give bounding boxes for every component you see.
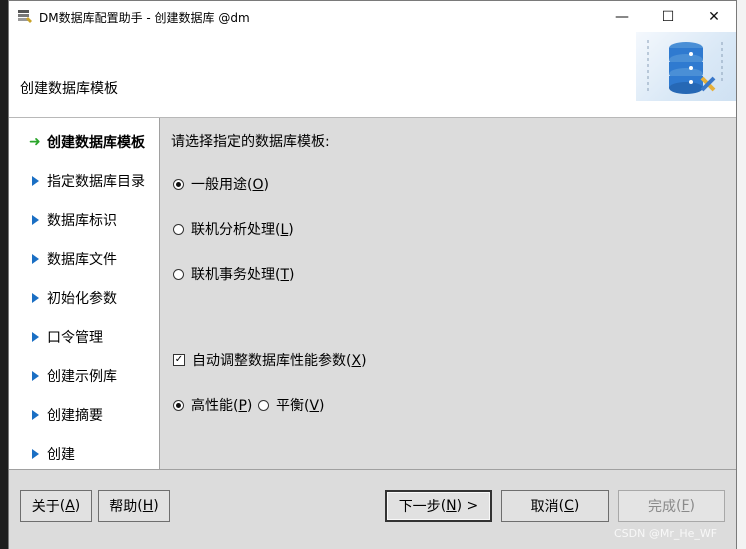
step-init-params[interactable]: 初始化参数 — [29, 287, 117, 309]
radio-balanced[interactable]: 平衡(V) — [258, 395, 325, 415]
wizard-steps-sidebar: ➜ 创建数据库模板 指定数据库目录 数据库标识 数据库文件 初始化参数 口令管理… — [9, 118, 160, 469]
radio-indicator[interactable] — [173, 223, 184, 235]
step-label: 数据库文件 — [47, 252, 117, 268]
desktop-background-right — [737, 0, 746, 549]
checkbox-indicator[interactable]: ✓ — [173, 354, 185, 366]
desktop-background-left — [0, 0, 8, 549]
template-prompt: 请选择指定的数据库模板: — [171, 134, 330, 150]
help-button[interactable]: 帮助(H) — [98, 490, 170, 522]
app-icon — [18, 10, 32, 23]
radio-label: 联机分析处理(L) — [191, 222, 294, 238]
step-triangle-icon — [32, 293, 39, 303]
checkbox-label: 自动调整数据库性能参数(X) — [192, 353, 367, 369]
title-bar[interactable]: DM数据库配置助手 - 创建数据库 @dm — ☐ ✕ — [9, 1, 736, 32]
step-password-mgmt[interactable]: 口令管理 — [29, 326, 103, 348]
minimize-icon: — — [615, 8, 629, 25]
csdn-watermark: CSDN @Mr_He_WF — [614, 527, 718, 540]
radio-indicator[interactable] — [173, 268, 184, 280]
step-label: 数据库标识 — [47, 213, 117, 229]
next-button[interactable]: 下一步(N) > — [385, 490, 492, 522]
radio-label: 一般用途(O) — [191, 177, 269, 193]
step-triangle-icon — [32, 449, 39, 459]
auto-tune-checkbox[interactable]: ✓ 自动调整数据库性能参数(X) — [173, 350, 367, 370]
maximize-button[interactable]: ☐ — [645, 1, 691, 32]
database-gear-icon — [636, 32, 736, 101]
current-step-arrow-icon: ➜ — [29, 134, 41, 150]
page-title: 创建数据库模板 — [20, 81, 118, 97]
step-db-files[interactable]: 数据库文件 — [29, 248, 117, 270]
radio-oltp[interactable]: 联机事务处理(T) — [173, 264, 295, 284]
close-icon: ✕ — [708, 8, 720, 25]
step-db-directory[interactable]: 指定数据库目录 — [29, 170, 145, 192]
step-create[interactable]: 创建 — [29, 443, 75, 465]
minimize-button[interactable]: — — [599, 1, 645, 32]
step-triangle-icon — [32, 371, 39, 381]
close-button[interactable]: ✕ — [691, 1, 737, 32]
wizard-body: ➜ 创建数据库模板 指定数据库目录 数据库标识 数据库文件 初始化参数 口令管理… — [9, 118, 736, 469]
radio-high-performance[interactable]: 高性能(P) — [173, 395, 252, 415]
radio-indicator[interactable] — [173, 399, 184, 411]
radio-olap[interactable]: 联机分析处理(L) — [173, 219, 294, 239]
radio-indicator[interactable] — [173, 178, 184, 190]
radio-general-purpose[interactable]: 一般用途(O) — [173, 174, 269, 194]
step-triangle-icon — [32, 215, 39, 225]
step-label: 初始化参数 — [47, 291, 117, 307]
template-selection-panel: 请选择指定的数据库模板: 一般用途(O) 联机分析处理(L) 联机事务处理(T)… — [160, 118, 736, 469]
step-sample-db[interactable]: 创建示例库 — [29, 365, 117, 387]
step-label: 创建示例库 — [47, 369, 117, 385]
radio-label: 高性能(P) — [191, 398, 253, 414]
step-create-template[interactable]: ➜ 创建数据库模板 — [29, 131, 145, 153]
about-button[interactable]: 关于(A) — [20, 490, 92, 522]
step-summary[interactable]: 创建摘要 — [29, 404, 103, 426]
step-label: 创建 — [47, 447, 75, 463]
maximize-icon: ☐ — [661, 8, 675, 25]
cancel-button[interactable]: 取消(C) — [501, 490, 609, 522]
step-triangle-icon — [32, 332, 39, 342]
radio-indicator[interactable] — [258, 399, 269, 411]
step-triangle-icon — [32, 254, 39, 264]
step-triangle-icon — [32, 410, 39, 420]
dialog-window: DM数据库配置助手 - 创建数据库 @dm — ☐ ✕ 创建数据库模板 ➜ 创建… — [8, 0, 737, 549]
wizard-header: 创建数据库模板 — [9, 32, 736, 118]
step-db-identity[interactable]: 数据库标识 — [29, 209, 117, 231]
radio-label: 平衡(V) — [276, 398, 325, 414]
step-label: 指定数据库目录 — [47, 174, 145, 190]
step-triangle-icon — [32, 176, 39, 186]
step-label: 口令管理 — [47, 330, 103, 346]
step-label: 创建摘要 — [47, 408, 103, 424]
radio-label: 联机事务处理(T) — [191, 267, 295, 283]
step-label: 创建数据库模板 — [47, 135, 145, 151]
window-title: DM数据库配置助手 - 创建数据库 @dm — [39, 11, 250, 25]
finish-button[interactable]: 完成(F) — [618, 490, 725, 522]
